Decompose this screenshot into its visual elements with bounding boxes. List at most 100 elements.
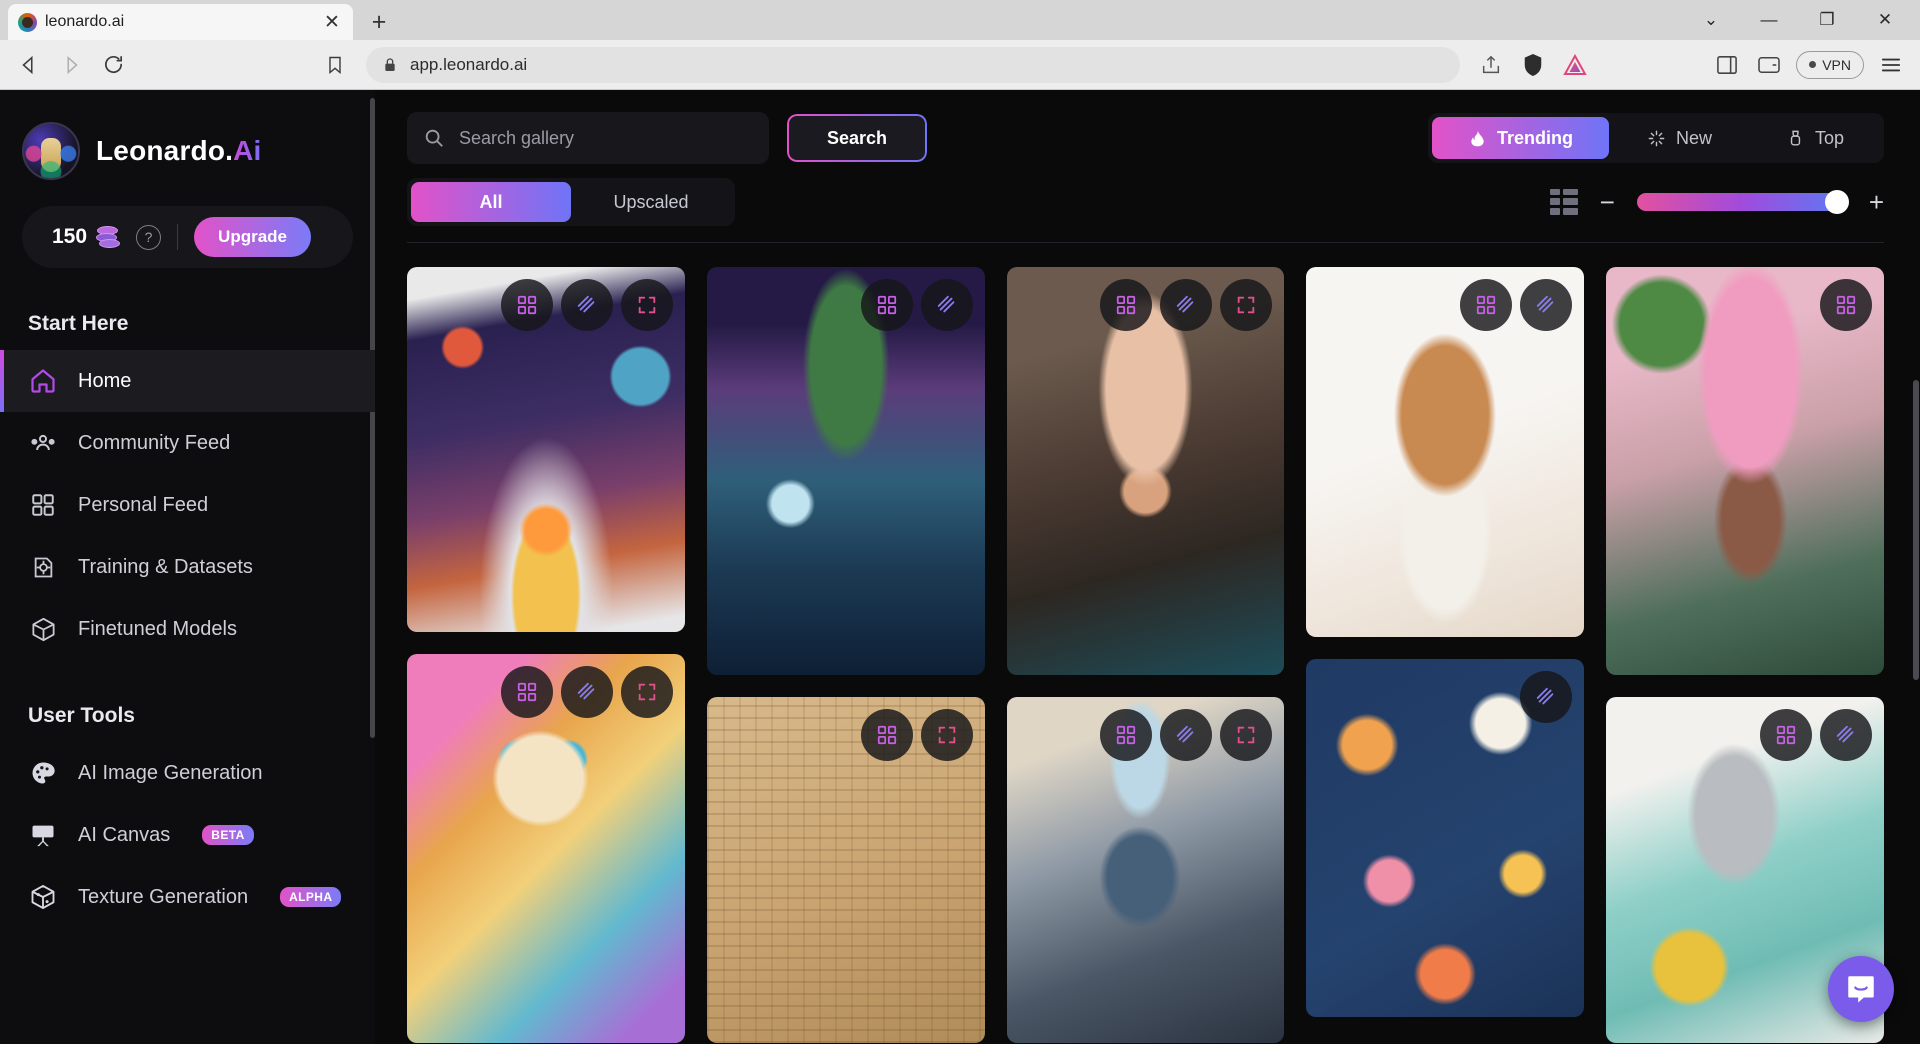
expand-icon[interactable] — [620, 279, 673, 331]
sidebar-item-label: AI Image Generation — [78, 761, 263, 784]
gallery-card[interactable] — [706, 696, 985, 1043]
brand-name-main: Leonardo. — [96, 135, 234, 166]
sidebar-item-home[interactable]: Home — [0, 350, 375, 412]
remix-icon[interactable] — [500, 279, 553, 331]
upscale-icon[interactable] — [1160, 279, 1213, 331]
bookmark-icon[interactable] — [316, 46, 354, 84]
upscale-icon[interactable] — [560, 666, 613, 719]
upscale-icon[interactable] — [1520, 671, 1573, 723]
wallet-icon[interactable] — [1750, 46, 1788, 84]
filter-tab-all[interactable]: All — [411, 182, 571, 222]
address-bar[interactable]: app.leonardo.ai — [366, 46, 1461, 83]
zoom-controls: − + — [1549, 189, 1884, 215]
upgrade-button[interactable]: Upgrade — [194, 217, 312, 257]
remix-icon[interactable] — [500, 666, 553, 719]
sidebar: Leonardo.Ai 150 ? Upgrade Start Here Hom… — [0, 90, 375, 1044]
sidebar-toggle-icon[interactable] — [1708, 46, 1746, 84]
gallery-card[interactable] — [1006, 696, 1285, 1043]
upscale-icon[interactable] — [1819, 708, 1872, 761]
sidebar-item-community-feed[interactable]: Community Feed — [0, 412, 375, 474]
zoom-slider-thumb[interactable] — [1824, 190, 1849, 214]
remix-icon[interactable] — [860, 279, 913, 331]
brave-shields-icon[interactable] — [1514, 46, 1552, 84]
tab-trending[interactable]: Trending — [1431, 117, 1609, 159]
minimize-icon[interactable]: — — [1740, 0, 1798, 40]
gallery-card[interactable] — [1306, 659, 1585, 1017]
upscale-icon[interactable] — [1160, 708, 1213, 761]
expand-icon[interactable] — [1220, 708, 1273, 761]
menu-icon[interactable] — [1872, 46, 1910, 84]
lock-icon — [385, 57, 395, 71]
back-icon[interactable] — [10, 46, 48, 84]
badge-beta: BETA — [202, 825, 254, 845]
sort-tab-label: Trending — [1496, 127, 1573, 148]
card-actions — [500, 279, 673, 331]
browser-tab[interactable]: leonardo.ai ✕ — [8, 4, 353, 40]
tab-top[interactable]: Top — [1750, 117, 1880, 159]
expand-icon[interactable] — [1220, 279, 1273, 331]
badge-alpha: ALPHA — [280, 887, 342, 907]
filter-tab-upscaled[interactable]: Upscaled — [571, 182, 731, 222]
main-scrollbar[interactable] — [1913, 380, 1919, 680]
remix-icon[interactable] — [1819, 279, 1872, 331]
tab-strip: leonardo.ai ✕ + ⌄ — ❐ ✕ — [0, 0, 1920, 40]
upscale-icon[interactable] — [560, 279, 613, 331]
nav-section-title-user-tools: User Tools — [28, 704, 135, 727]
sidebar-item-training-datasets[interactable]: Training & Datasets — [0, 536, 375, 598]
home-icon — [28, 366, 58, 396]
gallery-card[interactable] — [407, 654, 685, 1043]
sidebar-item-label: AI Canvas — [78, 823, 171, 846]
sidebar-item-texture-generation[interactable]: Texture Generation ALPHA — [0, 866, 375, 928]
easel-icon — [28, 820, 58, 850]
upscale-icon[interactable] — [920, 279, 973, 331]
search-input[interactable]: Search gallery — [407, 112, 769, 164]
remix-icon[interactable] — [1460, 279, 1513, 331]
sort-tab-label: New — [1675, 127, 1712, 148]
help-icon[interactable]: ? — [136, 224, 162, 250]
brand-logo-area[interactable]: Leonardo.Ai — [0, 100, 375, 180]
gallery-card[interactable] — [706, 267, 985, 675]
gallery-card[interactable] — [1306, 267, 1585, 637]
sidebar-item-label: Texture Generation — [78, 885, 249, 908]
gallery-card[interactable] — [1606, 267, 1884, 675]
sort-tabs: Trending New Top — [1427, 113, 1884, 163]
chat-bubble-icon — [1848, 976, 1874, 1003]
remix-icon[interactable] — [1759, 708, 1812, 761]
maximize-icon[interactable]: ❐ — [1798, 0, 1856, 40]
card-actions — [1460, 279, 1573, 331]
share-icon[interactable] — [1472, 46, 1510, 84]
zoom-in-button[interactable]: + — [1869, 189, 1884, 215]
sidebar-item-ai-image-generation[interactable]: AI Image Generation — [0, 742, 375, 804]
gallery-card[interactable] — [407, 267, 685, 633]
expand-icon[interactable] — [920, 708, 973, 761]
reload-icon[interactable] — [94, 46, 132, 84]
remix-icon[interactable] — [1100, 279, 1153, 331]
gallery-card[interactable] — [1006, 267, 1285, 675]
gallery-toolbar: Search gallery Search Trending New Top A… — [375, 90, 1920, 243]
trophy-icon — [1790, 130, 1801, 146]
zoom-out-button[interactable]: − — [1600, 189, 1615, 215]
tab-new[interactable]: New — [1611, 117, 1748, 159]
sidebar-item-personal-feed[interactable]: Personal Feed — [0, 474, 375, 536]
upscale-icon[interactable] — [1520, 279, 1573, 331]
search-button[interactable]: Search — [787, 114, 927, 162]
remix-icon[interactable] — [1100, 708, 1153, 761]
layout-grid-icon[interactable] — [1549, 189, 1578, 215]
brave-rewards-icon[interactable] — [1556, 46, 1594, 84]
intercom-chat-button[interactable] — [1828, 956, 1894, 1022]
sidebar-item-finetuned-models[interactable]: Finetuned Models — [0, 598, 375, 660]
vpn-button[interactable]: VPN — [1796, 50, 1864, 79]
remix-icon[interactable] — [860, 708, 913, 761]
chevron-down-icon[interactable]: ⌄ — [1682, 0, 1740, 40]
sidebar-item-label: Finetuned Models — [78, 617, 237, 640]
app-root: Leonardo.Ai 150 ? Upgrade Start Here Hom… — [0, 90, 1920, 1044]
sidebar-item-ai-canvas[interactable]: AI Canvas BETA — [0, 804, 375, 866]
forward-icon[interactable] — [52, 46, 90, 84]
new-tab-button[interactable]: + — [359, 4, 399, 40]
window-controls: ⌄ — ❐ ✕ — [1682, 0, 1920, 40]
zoom-slider[interactable] — [1636, 190, 1849, 214]
expand-icon[interactable] — [620, 666, 673, 719]
close-icon[interactable]: ✕ — [321, 11, 343, 33]
window-close-icon[interactable]: ✕ — [1856, 0, 1914, 40]
grid-icon — [28, 490, 58, 520]
